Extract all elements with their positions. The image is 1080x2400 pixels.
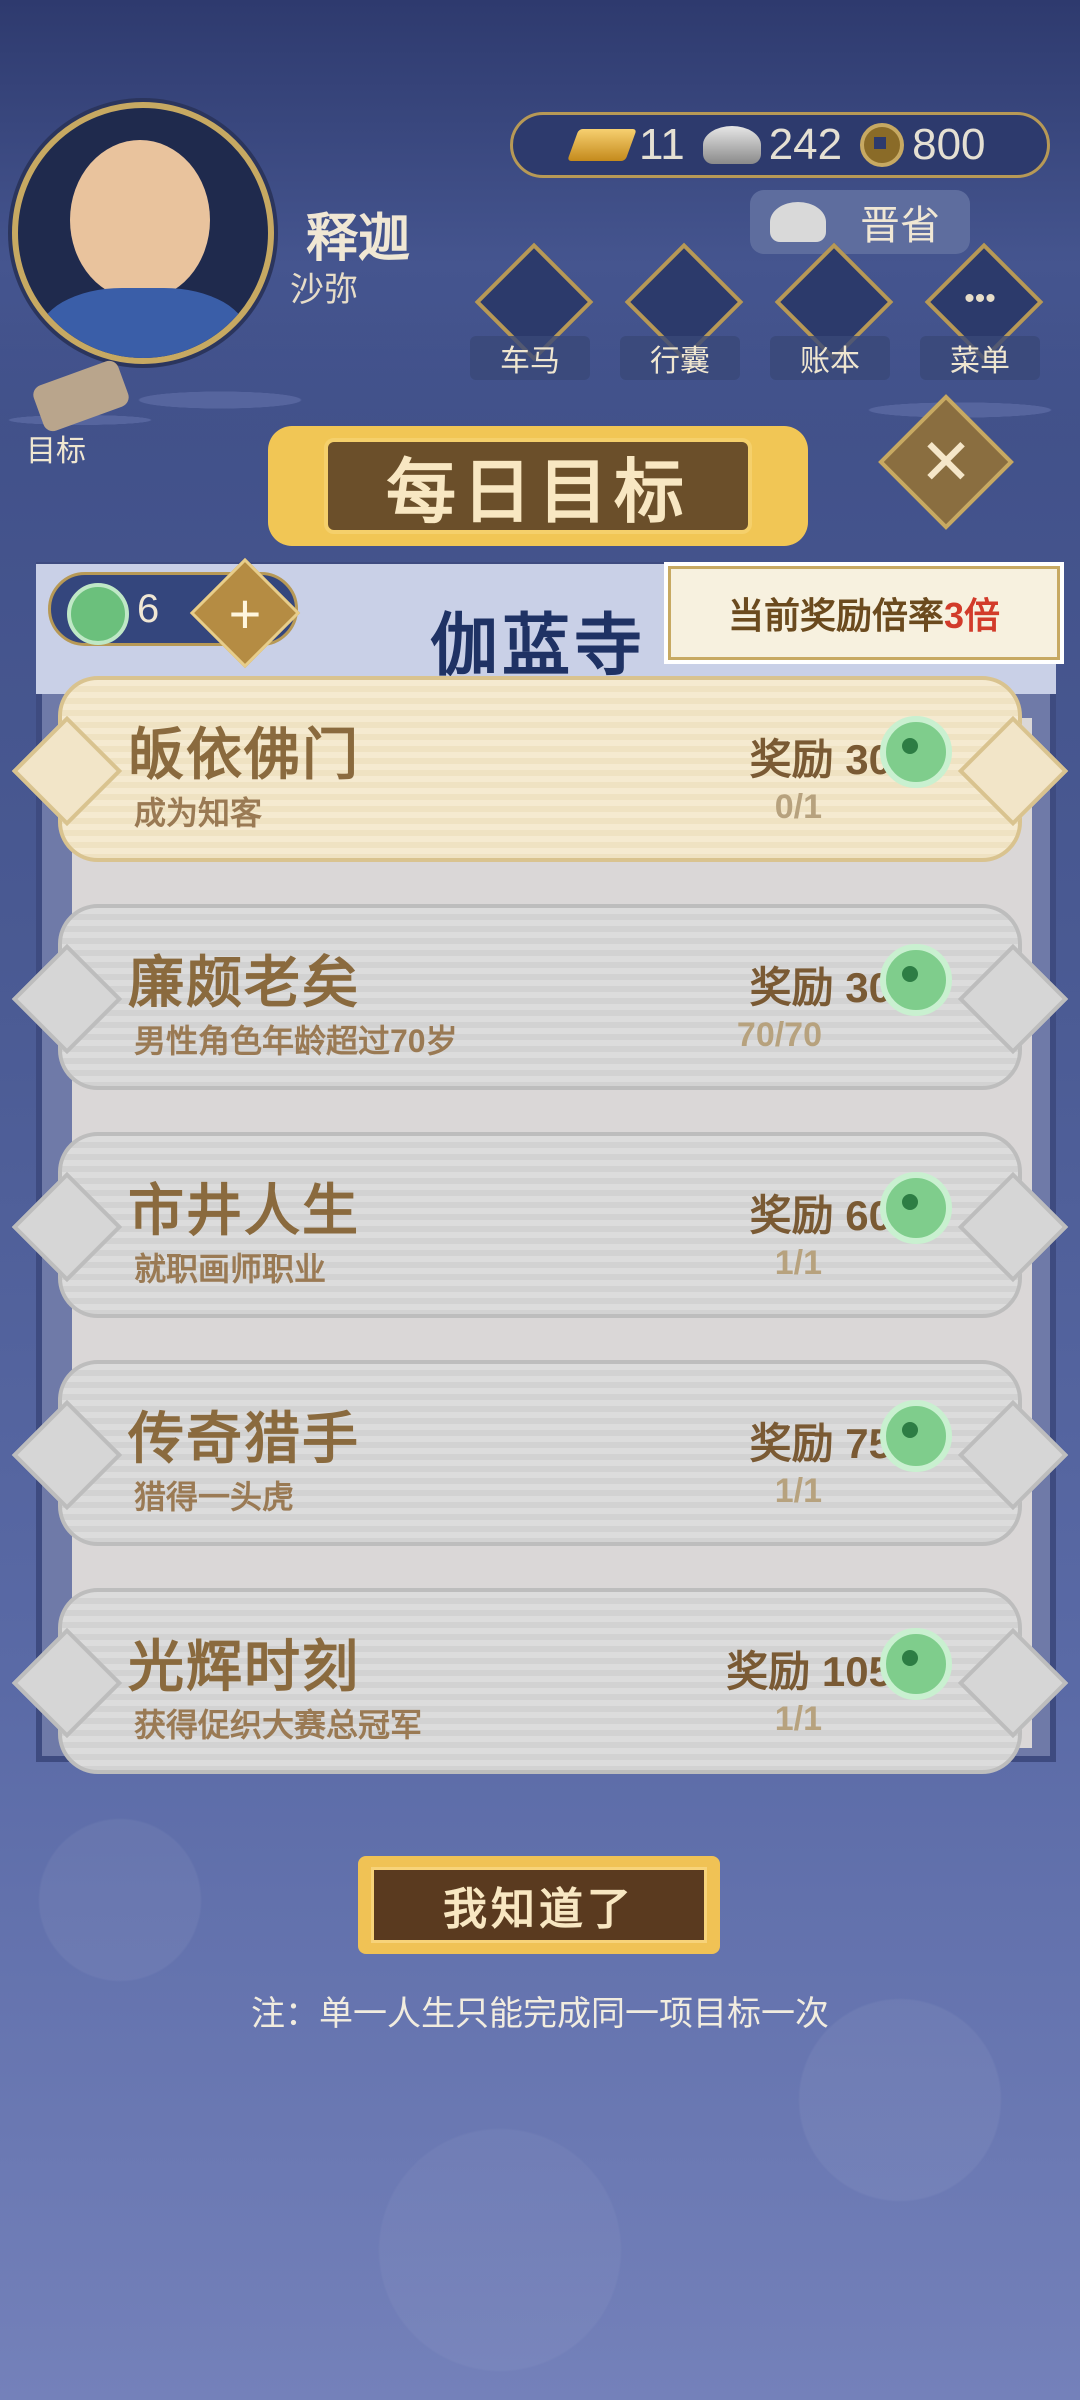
goal-progress: 1/1 xyxy=(774,1700,822,1738)
jade-reward-icon xyxy=(880,944,952,1016)
goal-button[interactable]: 目标 xyxy=(16,358,132,468)
currency-bar: 11 242 800 xyxy=(510,112,1050,178)
jade-count: 6 xyxy=(137,586,160,631)
multiplier-value: 3倍 xyxy=(943,595,1001,636)
close-icon: ✕ xyxy=(919,425,973,498)
footer-note: 注：单一人生只能完成同一项目标一次 xyxy=(251,1995,829,2033)
silver-counter: 242 xyxy=(702,120,843,170)
silver-value: 242 xyxy=(768,120,843,169)
jinsheng-button[interactable]: 晋省 xyxy=(750,190,970,254)
jade-reward-icon xyxy=(880,1400,952,1472)
goal-card[interactable]: 廉颇老矣 男性角色年龄超过70岁 奖励 30 70/70 xyxy=(28,904,1052,1090)
jade-reward-icon xyxy=(880,1172,952,1244)
goal-progress: 1/1 xyxy=(774,1244,822,1282)
avatar[interactable] xyxy=(12,102,274,364)
menu-button-ledger[interactable]: 账本 xyxy=(770,242,894,380)
goal-description: 获得促织大赛总冠军 xyxy=(134,1707,423,1743)
goal-description: 猎得一头虎 xyxy=(134,1479,295,1515)
player-rank: 沙弥 xyxy=(290,271,358,309)
goal-description: 就职画师职业 xyxy=(134,1251,327,1287)
goal-description: 成为知客 xyxy=(134,795,263,831)
multiplier-label: 当前奖励倍率 xyxy=(727,595,944,636)
player-name: 释迦 xyxy=(306,210,411,268)
goal-progress: 1/1 xyxy=(774,1472,822,1510)
gold-value: 11 xyxy=(639,120,685,169)
plus-icon: + xyxy=(228,581,262,645)
reward-multiplier: 当前奖励倍率 3倍 xyxy=(664,562,1064,664)
goal-reward: 奖励 30 xyxy=(749,736,892,783)
jade-reward-icon xyxy=(880,716,952,788)
goal-reward: 奖励 60 xyxy=(749,1192,892,1239)
menu-button-bag[interactable]: 行囊 xyxy=(620,242,744,380)
acknowledge-label: 我知道了 xyxy=(371,1867,707,1943)
menu-label-more: 菜单 xyxy=(920,336,1040,380)
menu-label-bag: 行囊 xyxy=(620,336,740,380)
goal-title: 传奇猎手 xyxy=(128,1407,360,1470)
goal-reward: 奖励 75 xyxy=(749,1420,892,1467)
goal-progress: 0/1 xyxy=(774,788,822,826)
goal-description: 男性角色年龄超过70岁 xyxy=(134,1023,458,1059)
avatar-head xyxy=(70,140,210,300)
acknowledge-button[interactable]: 我知道了 xyxy=(358,1856,720,1954)
goal-reward: 奖励 105 xyxy=(726,1648,892,1695)
avatar-body xyxy=(38,288,248,358)
coin-counter: 800 xyxy=(860,120,986,170)
goal-card[interactable]: 皈依佛门 成为知客 奖励 30 0/1 xyxy=(28,676,1052,862)
jinsheng-label: 晋省 xyxy=(860,204,940,248)
top-menu: 车马 行囊 账本 ••• 菜单 xyxy=(470,242,1060,380)
temple-name: 伽蓝寺 xyxy=(430,608,647,684)
silver-ingot-icon xyxy=(702,126,761,164)
jade-reward-icon xyxy=(880,1628,952,1700)
goal-title: 光辉时刻 xyxy=(128,1635,360,1698)
gold-counter: 11 xyxy=(567,120,685,170)
gold-bar-icon xyxy=(567,129,637,161)
goal-card[interactable]: 传奇猎手 猎得一头虎 奖励 75 1/1 xyxy=(28,1360,1052,1546)
goal-title: 皈依佛门 xyxy=(128,723,360,786)
menu-label-ledger: 账本 xyxy=(770,336,890,380)
menu-button-carriage[interactable]: 车马 xyxy=(470,242,594,380)
dialog-title: 每日目标 xyxy=(324,438,752,534)
coin-value: 800 xyxy=(912,120,986,169)
goal-title: 廉颇老矣 xyxy=(128,951,360,1014)
goal-label: 目标 xyxy=(26,435,86,468)
goal-card[interactable]: 市井人生 就职画师职业 奖励 60 1/1 xyxy=(28,1132,1052,1318)
goal-progress: 70/70 xyxy=(736,1016,822,1054)
goal-title: 市井人生 xyxy=(128,1179,360,1242)
goal-card[interactable]: 光辉时刻 获得促织大赛总冠军 奖励 105 1/1 xyxy=(28,1588,1052,1774)
menu-button-more[interactable]: ••• 菜单 xyxy=(920,242,1044,380)
copper-coin-icon xyxy=(860,123,905,167)
menu-label-carriage: 车马 xyxy=(470,336,590,380)
ellipsis-glyph: ••• xyxy=(964,282,996,315)
jade-icon xyxy=(67,583,129,645)
dialog-title-plaque: 每日目标 xyxy=(268,426,808,546)
goal-reward: 奖励 30 xyxy=(749,964,892,1011)
carriage-hat-icon xyxy=(770,202,826,242)
